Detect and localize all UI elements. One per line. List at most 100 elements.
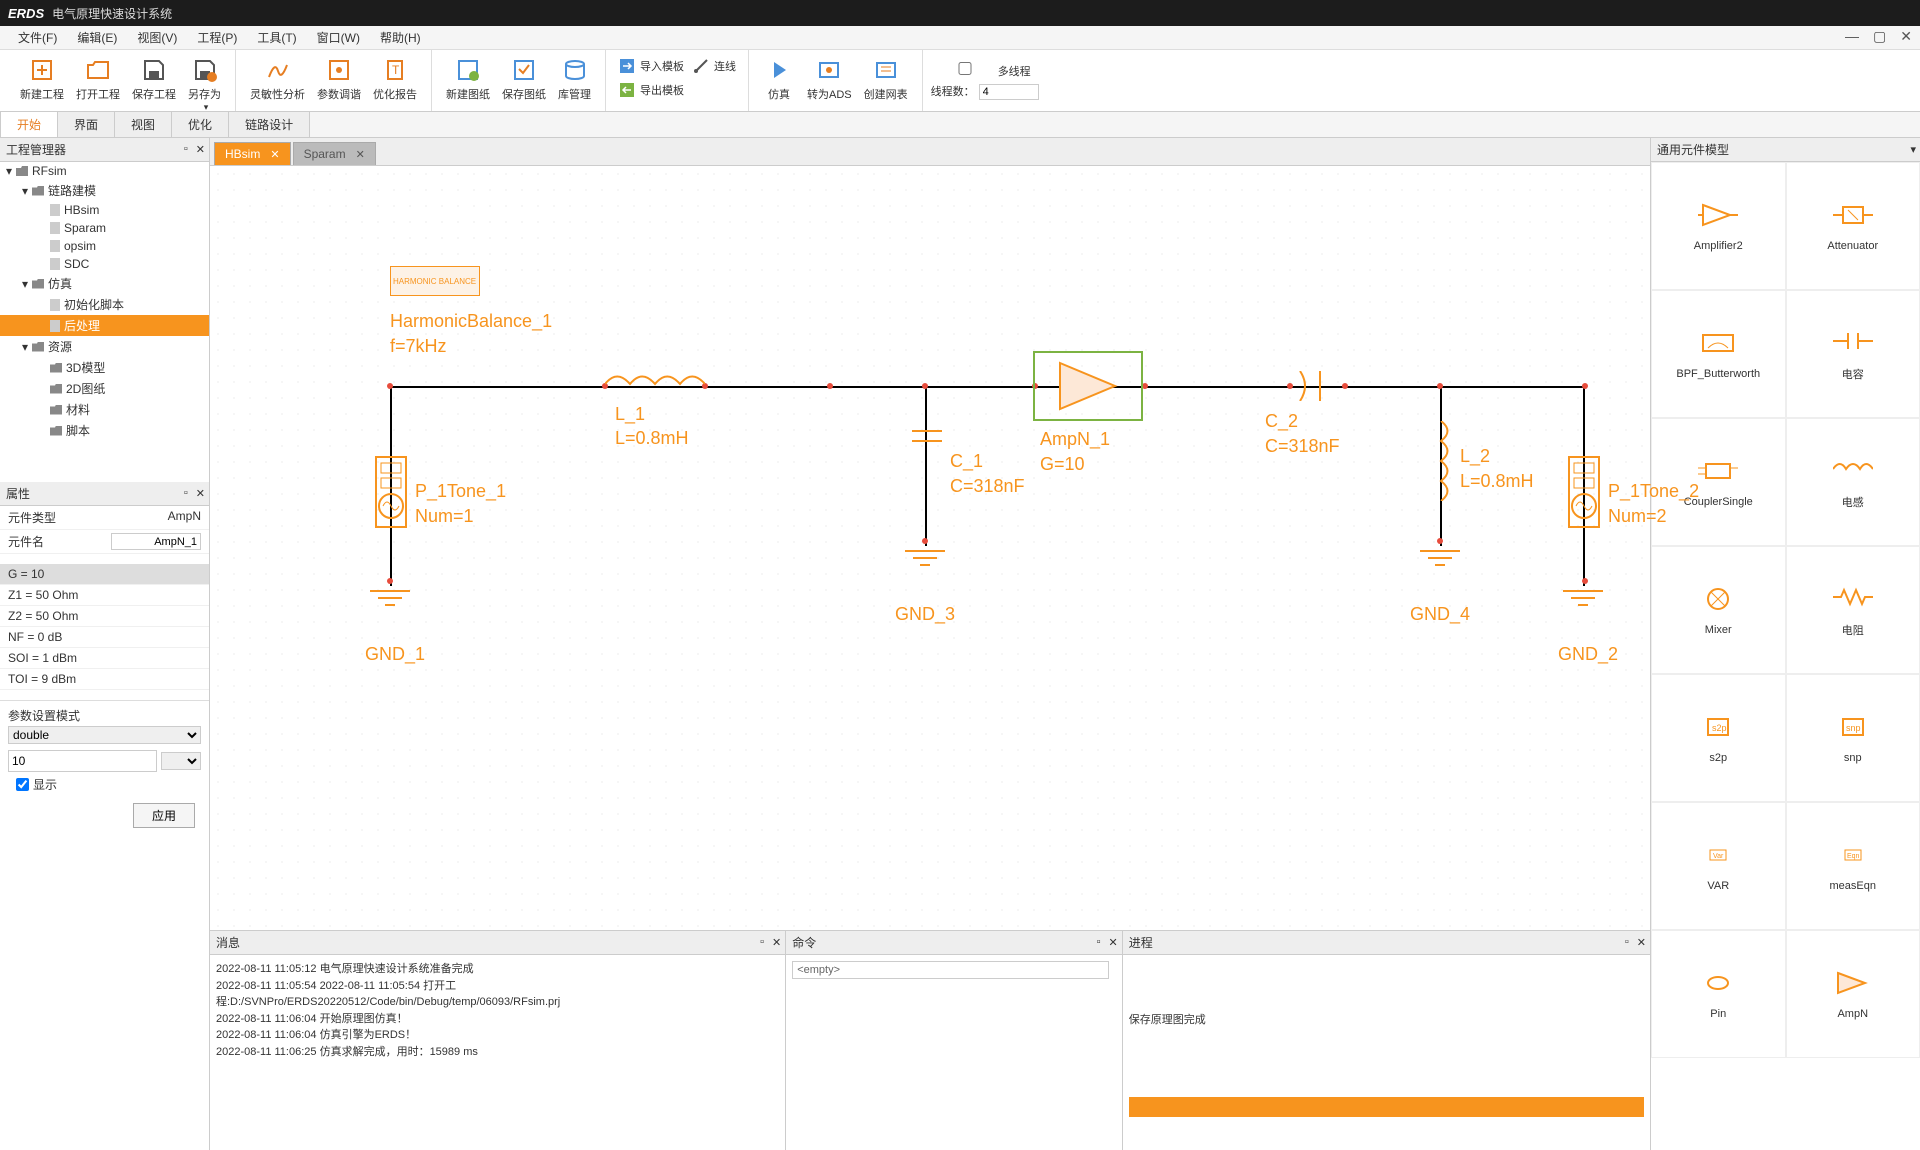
tree-item[interactable]: 初始化脚本	[0, 294, 209, 315]
amp-block[interactable]	[1033, 351, 1143, 421]
tab-link-design[interactable]: 链路设计	[228, 111, 310, 137]
property-row[interactable]: TOI = 9 dBm	[0, 669, 209, 690]
panel-float-icon[interactable]: ▫	[184, 487, 188, 500]
command-input[interactable]	[792, 961, 1109, 979]
param-unit-select[interactable]	[161, 752, 201, 770]
component-Pin[interactable]: Pin	[1651, 930, 1786, 1058]
comp-name-input[interactable]	[111, 533, 201, 550]
property-row[interactable]: Z1 = 50 Ohm	[0, 585, 209, 606]
netlist-button[interactable]: 创建网表	[858, 54, 914, 104]
export-template-button[interactable]: 导出模板	[614, 79, 688, 101]
component-Mixer[interactable]: Mixer	[1651, 546, 1786, 674]
save-project-button[interactable]: 保存工程	[126, 54, 182, 104]
show-checkbox[interactable]	[16, 778, 29, 791]
property-row[interactable]: SOI = 1 dBm	[0, 648, 209, 669]
to-ads-button[interactable]: 转为ADS	[801, 54, 858, 104]
panel-close-icon[interactable]: ✕	[196, 143, 205, 156]
tree-item[interactable]: HBsim	[0, 201, 209, 219]
source-p1-icon[interactable]	[375, 456, 407, 528]
new-sheet-button[interactable]: 新建图纸	[440, 54, 496, 104]
panel-float-icon[interactable]: ▫	[1625, 936, 1629, 949]
source-p2-icon[interactable]	[1568, 456, 1600, 528]
panel-float-icon[interactable]: ▫	[1097, 936, 1101, 949]
close-icon[interactable]: ✕	[1900, 28, 1912, 45]
panel-close-icon[interactable]: ✕	[772, 936, 781, 949]
component-AmpN[interactable]: AmpN	[1786, 930, 1920, 1058]
lib-manage-button[interactable]: 库管理	[552, 54, 597, 104]
menu-tools[interactable]: 工具(T)	[247, 29, 306, 46]
tree-item[interactable]: 材料	[0, 399, 209, 420]
gnd4-icon[interactable]	[1420, 546, 1460, 571]
component-电感[interactable]: 电感	[1786, 418, 1920, 546]
panel-float-icon[interactable]: ▫	[760, 936, 764, 949]
open-project-button[interactable]: 打开工程	[70, 54, 126, 104]
tab-interface[interactable]: 界面	[57, 111, 115, 137]
menu-view[interactable]: 视图(V)	[127, 29, 187, 46]
project-tree[interactable]: ▾RFsim▾链路建模HBsimSparamopsimSDC▾仿真初始化脚本后处…	[0, 162, 209, 482]
panel-float-icon[interactable]: ▫	[184, 143, 188, 156]
wire-button[interactable]: 连线	[688, 55, 740, 77]
hb-block[interactable]: HARMONIC BALANCE	[390, 266, 480, 296]
new-project-button[interactable]: 新建工程	[14, 54, 70, 104]
component-Amplifier2[interactable]: Amplifier2	[1651, 162, 1786, 290]
gnd1-icon[interactable]	[370, 586, 410, 611]
import-template-button[interactable]: 导入模板	[614, 55, 688, 77]
multithread-check[interactable]: 多线程	[931, 62, 1039, 79]
inductor-l2-icon[interactable]	[1428, 421, 1454, 501]
doc-tab-sparam[interactable]: Sparam✕	[293, 142, 376, 165]
component-电阻[interactable]: 电阻	[1786, 546, 1920, 674]
panel-close-icon[interactable]: ✕	[1109, 936, 1118, 949]
capacitor-c2-icon[interactable]	[1295, 371, 1335, 401]
capacitor-c1-icon[interactable]	[912, 421, 942, 451]
tree-item[interactable]: ▾资源	[0, 336, 209, 357]
panel-close-icon[interactable]: ✕	[196, 487, 205, 500]
menu-file[interactable]: 文件(F)	[8, 29, 67, 46]
property-row[interactable]: NF = 0 dB	[0, 627, 209, 648]
property-row[interactable]: G = 10	[0, 564, 209, 585]
tab-start[interactable]: 开始	[0, 111, 58, 137]
gnd2-icon[interactable]	[1563, 586, 1603, 611]
panel-close-icon[interactable]: ✕	[1637, 936, 1646, 949]
save-sheet-button[interactable]: 保存图纸	[496, 54, 552, 104]
tab-close-icon[interactable]: ✕	[356, 148, 365, 161]
menu-window[interactable]: 窗口(W)	[307, 29, 370, 46]
tree-item[interactable]: opsim	[0, 237, 209, 255]
tab-close-icon[interactable]: ✕	[270, 148, 279, 161]
menu-project[interactable]: 工程(P)	[187, 29, 247, 46]
inductor-l1-icon[interactable]	[605, 369, 705, 389]
tab-view[interactable]: 视图	[114, 111, 172, 137]
sensitivity-button[interactable]: 灵敏性分析	[244, 54, 311, 104]
tree-item[interactable]: ▾链路建模	[0, 180, 209, 201]
param-tune-button[interactable]: 参数调谐	[311, 54, 367, 104]
menu-edit[interactable]: 编辑(E)	[67, 29, 127, 46]
menu-help[interactable]: 帮助(H)	[370, 29, 431, 46]
tree-item[interactable]: 2D图纸	[0, 378, 209, 399]
gnd3-icon[interactable]	[905, 546, 945, 571]
tab-optimize[interactable]: 优化	[171, 111, 229, 137]
component-Attenuator[interactable]: Attenuator	[1786, 162, 1920, 290]
tree-item[interactable]: SDC	[0, 255, 209, 273]
property-row[interactable]: Z2 = 50 Ohm	[0, 606, 209, 627]
tree-item[interactable]: ▾RFsim	[0, 162, 209, 180]
component-BPF_Butterworth[interactable]: BPF_Butterworth	[1651, 290, 1786, 418]
component-snp[interactable]: snpsnp	[1786, 674, 1920, 802]
doc-tab-hbsim[interactable]: HBsim✕	[214, 142, 291, 165]
maximize-icon[interactable]: ▢	[1873, 28, 1886, 45]
component-measEqn[interactable]: EqnmeasEqn	[1786, 802, 1920, 930]
tree-item[interactable]: ▾仿真	[0, 273, 209, 294]
param-mode-select[interactable]: double	[8, 726, 201, 744]
dropdown-icon[interactable]: ▾	[1910, 143, 1916, 156]
opt-report-button[interactable]: T优化报告	[367, 54, 423, 104]
tree-item[interactable]: 后处理	[0, 315, 209, 336]
tree-item[interactable]: 脚本	[0, 420, 209, 441]
simulate-button[interactable]: 仿真	[757, 54, 801, 104]
save-as-button[interactable]: 另存为	[182, 54, 227, 115]
param-value-input[interactable]	[8, 750, 157, 772]
tree-item[interactable]: Sparam	[0, 219, 209, 237]
apply-button[interactable]: 应用	[133, 803, 195, 828]
minimize-icon[interactable]: —	[1845, 28, 1859, 45]
component-s2p[interactable]: s2ps2p	[1651, 674, 1786, 802]
component-电容[interactable]: 电容	[1786, 290, 1920, 418]
schematic-canvas[interactable]: HARMONIC BALANCE HarmonicBalance_1 f=7kH…	[210, 166, 1650, 930]
component-VAR[interactable]: VarVAR	[1651, 802, 1786, 930]
